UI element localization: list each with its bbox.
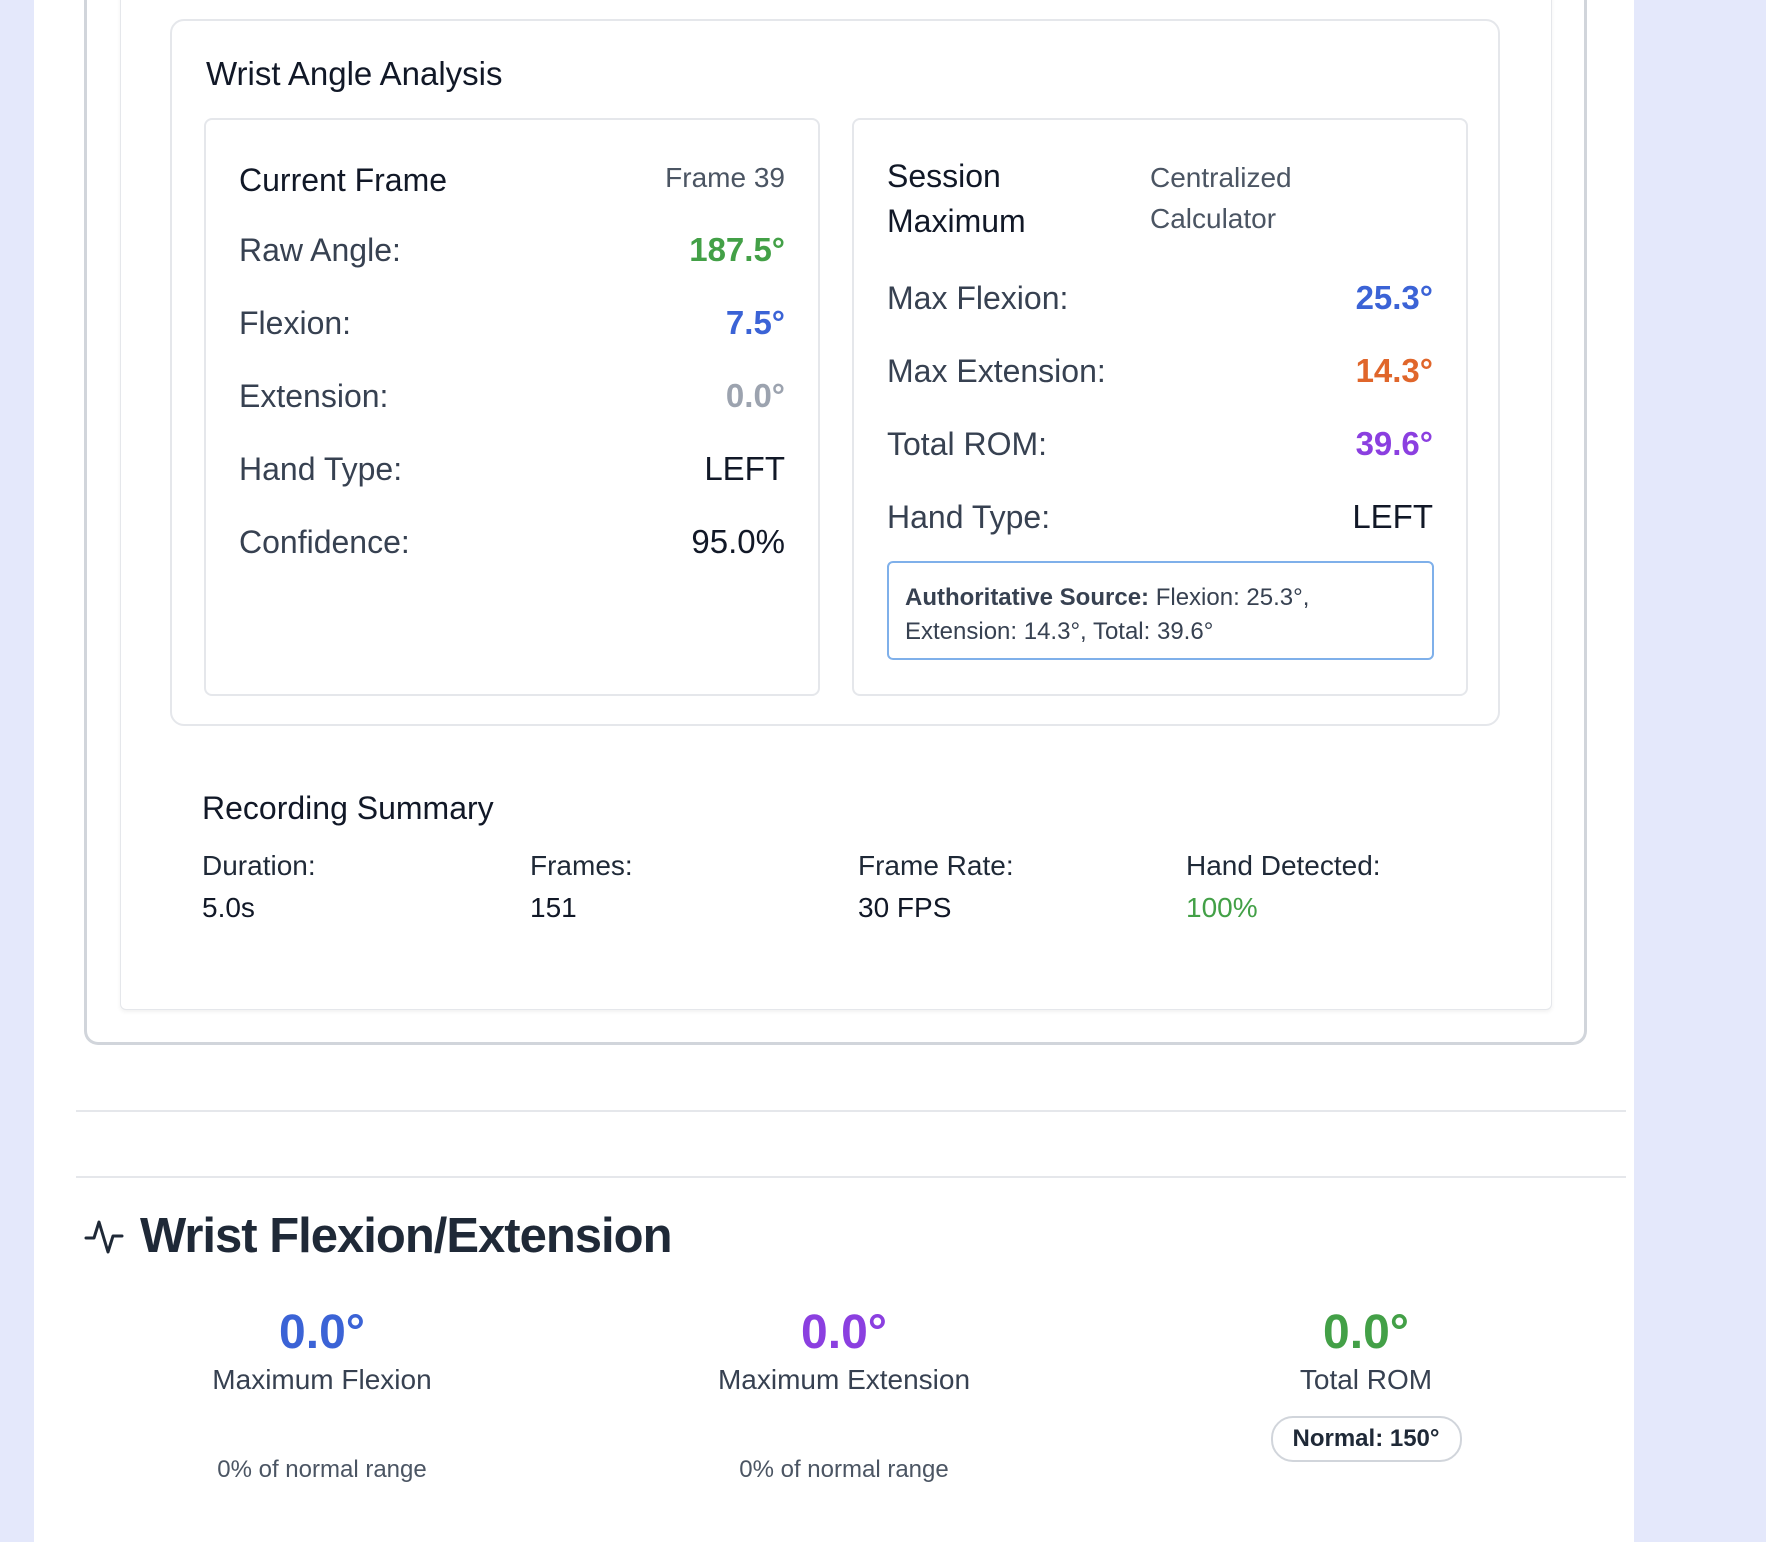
hand-detected-label: Hand Detected: [1186, 850, 1381, 881]
duration-label: Duration: [202, 850, 316, 881]
max-flexion-label: Max Flexion: [887, 279, 1069, 316]
extension-row: Extension: 0.0° [239, 376, 785, 416]
flexion-label: Flexion: [239, 304, 352, 341]
wrist-flexion-extension-title: Wrist Flexion/Extension [140, 1209, 673, 1263]
section-divider [76, 1110, 1626, 1112]
raw-angle-value: 187.5° [689, 231, 785, 268]
hand-detected-value: 100% [1186, 892, 1258, 923]
frames-value: 151 [530, 892, 577, 923]
total-rom-metric: 0.0° Total ROM Normal: 150° [1186, 1305, 1546, 1462]
session-hand-type-row: Hand Type: LEFT [887, 497, 1433, 537]
session-maximum-title: Session Maximum [887, 154, 1026, 244]
frame-rate-label: Frame Rate: [858, 850, 1014, 881]
max-flexion-value: 25.3° [1355, 279, 1433, 316]
extension-value: 0.0° [725, 377, 785, 414]
authoritative-source-line1: Flexion: 25.3°, [1149, 584, 1310, 611]
current-frame-card: Current Frame Frame 39 Raw Angle: 187.5°… [204, 118, 820, 696]
max-extension-metric-value: 0.0° [801, 1306, 887, 1359]
max-flexion-normal-range: 0% of normal range [217, 1456, 427, 1483]
max-flexion-metric: 0.0° Maximum Flexion 0% of normal range [142, 1305, 502, 1484]
frame-rate-value: 30 FPS [858, 892, 952, 923]
confidence-label: Confidence: [239, 523, 410, 560]
current-frame-title: Current Frame [239, 162, 448, 198]
summary-duration: Duration: 5.0s [202, 850, 316, 924]
frame-number: Frame 39 [665, 162, 785, 193]
page: Wrist Angle Analysis Current Frame Frame… [0, 0, 1766, 1542]
max-extension-label: Max Extension: [887, 352, 1106, 389]
section-divider [76, 1176, 1626, 1178]
duration-value: 5.0s [202, 892, 255, 923]
total-rom-value: 39.6° [1355, 425, 1433, 462]
summary-hand-detected: Hand Detected: 100% [1186, 850, 1381, 924]
max-extension-value: 14.3° [1355, 352, 1433, 389]
session-maximum-title-line1: Session [887, 158, 1001, 194]
hand-type-label: Hand Type: [239, 450, 403, 487]
max-extension-normal-range: 0% of normal range [739, 1456, 949, 1483]
note-line1: Centralized [1150, 162, 1292, 193]
wrist-angle-analysis-card: Wrist Angle Analysis Current Frame Frame… [170, 19, 1500, 726]
max-flexion-row: Max Flexion: 25.3° [887, 278, 1433, 318]
raw-angle-row: Raw Angle: 187.5° [239, 230, 785, 270]
authoritative-source-label: Authoritative Source: [905, 584, 1150, 611]
total-rom-row: Total ROM: 39.6° [887, 424, 1433, 464]
session-hand-type-label: Hand Type: [887, 498, 1051, 535]
centralized-calculator-note: Centralized Calculator [1150, 158, 1292, 239]
summary-frame-rate: Frame Rate: 30 FPS [858, 850, 1014, 924]
raw-angle-label: Raw Angle: [239, 231, 401, 268]
total-rom-metric-value: 0.0° [1323, 1306, 1409, 1359]
confidence-row: Confidence: 95.0% [239, 522, 785, 562]
note-line2: Calculator [1150, 202, 1277, 234]
max-flexion-metric-caption: Maximum Flexion [212, 1364, 432, 1395]
wrist-flexion-extension-header: Wrist Flexion/Extension [84, 1208, 673, 1264]
total-rom-label: Total ROM: [887, 425, 1048, 462]
confidence-value: 95.0% [691, 523, 785, 560]
max-extension-metric-caption: Maximum Extension [717, 1364, 971, 1395]
hand-type-value: LEFT [704, 450, 785, 487]
session-maximum-title-line2: Maximum [887, 202, 1026, 239]
flexion-row: Flexion: 7.5° [239, 303, 785, 343]
flexion-value: 7.5° [725, 304, 785, 341]
summary-frames: Frames: 151 [530, 850, 633, 924]
session-maximum-card: Session Maximum Centralized Calculator M… [852, 118, 1468, 696]
analysis-title: Wrist Angle Analysis [206, 55, 503, 92]
authoritative-source-box: Authoritative Source: Flexion: 25.3°, Ex… [887, 561, 1434, 660]
activity-icon [84, 1220, 124, 1254]
recording-summary-title: Recording Summary [202, 790, 494, 826]
max-extension-metric: 0.0° Maximum Extension 0% of normal rang… [664, 1305, 1024, 1484]
hand-type-row: Hand Type: LEFT [239, 449, 785, 489]
max-flexion-metric-value: 0.0° [279, 1306, 365, 1359]
frames-label: Frames: [530, 850, 633, 881]
session-hand-type-value: LEFT [1352, 498, 1433, 535]
total-rom-metric-caption: Total ROM [1299, 1364, 1433, 1395]
normal-range-badge: Normal: 150° [1270, 1416, 1462, 1462]
max-extension-row: Max Extension: 14.3° [887, 351, 1433, 391]
authoritative-source-line2: Extension: 14.3°, Total: 39.6° [905, 617, 1214, 645]
extension-label: Extension: [239, 377, 389, 414]
